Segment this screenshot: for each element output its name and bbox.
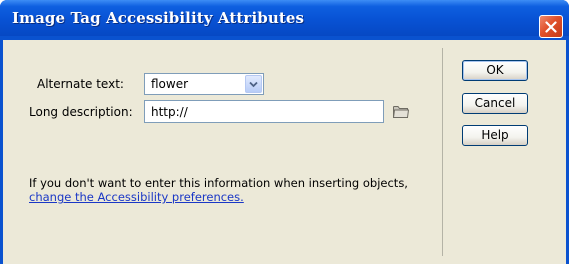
ok-button[interactable]: OK (462, 60, 528, 81)
cancel-button[interactable]: Cancel (462, 93, 528, 114)
alternate-text-label: Alternate text: (37, 77, 124, 91)
dropdown-button[interactable] (245, 75, 262, 93)
close-icon (545, 21, 557, 33)
chevron-down-icon (249, 81, 258, 88)
dialog-body: Alternate text: flower Long description:… (3, 40, 566, 264)
close-button[interactable] (539, 15, 563, 38)
form-panel: Alternate text: flower Long description:… (11, 48, 443, 256)
alternate-text-value: flower (151, 77, 189, 91)
dialog-title: Image Tag Accessibility Attributes (12, 9, 305, 27)
title-bar[interactable]: Image Tag Accessibility Attributes (0, 0, 569, 38)
long-description-label: Long description: (29, 105, 133, 119)
alternate-text-combobox[interactable]: flower (144, 73, 264, 95)
info-message: If you don't want to enter this informat… (29, 176, 408, 190)
folder-icon[interactable] (393, 105, 409, 118)
long-description-input[interactable] (144, 100, 384, 123)
help-button[interactable]: Help (462, 125, 528, 146)
info-text: If you don't want to enter this informat… (29, 176, 409, 204)
dialog-window: Image Tag Accessibility Attributes Alter… (0, 0, 569, 264)
accessibility-preferences-link[interactable]: change the Accessibility preferences. (29, 190, 244, 204)
